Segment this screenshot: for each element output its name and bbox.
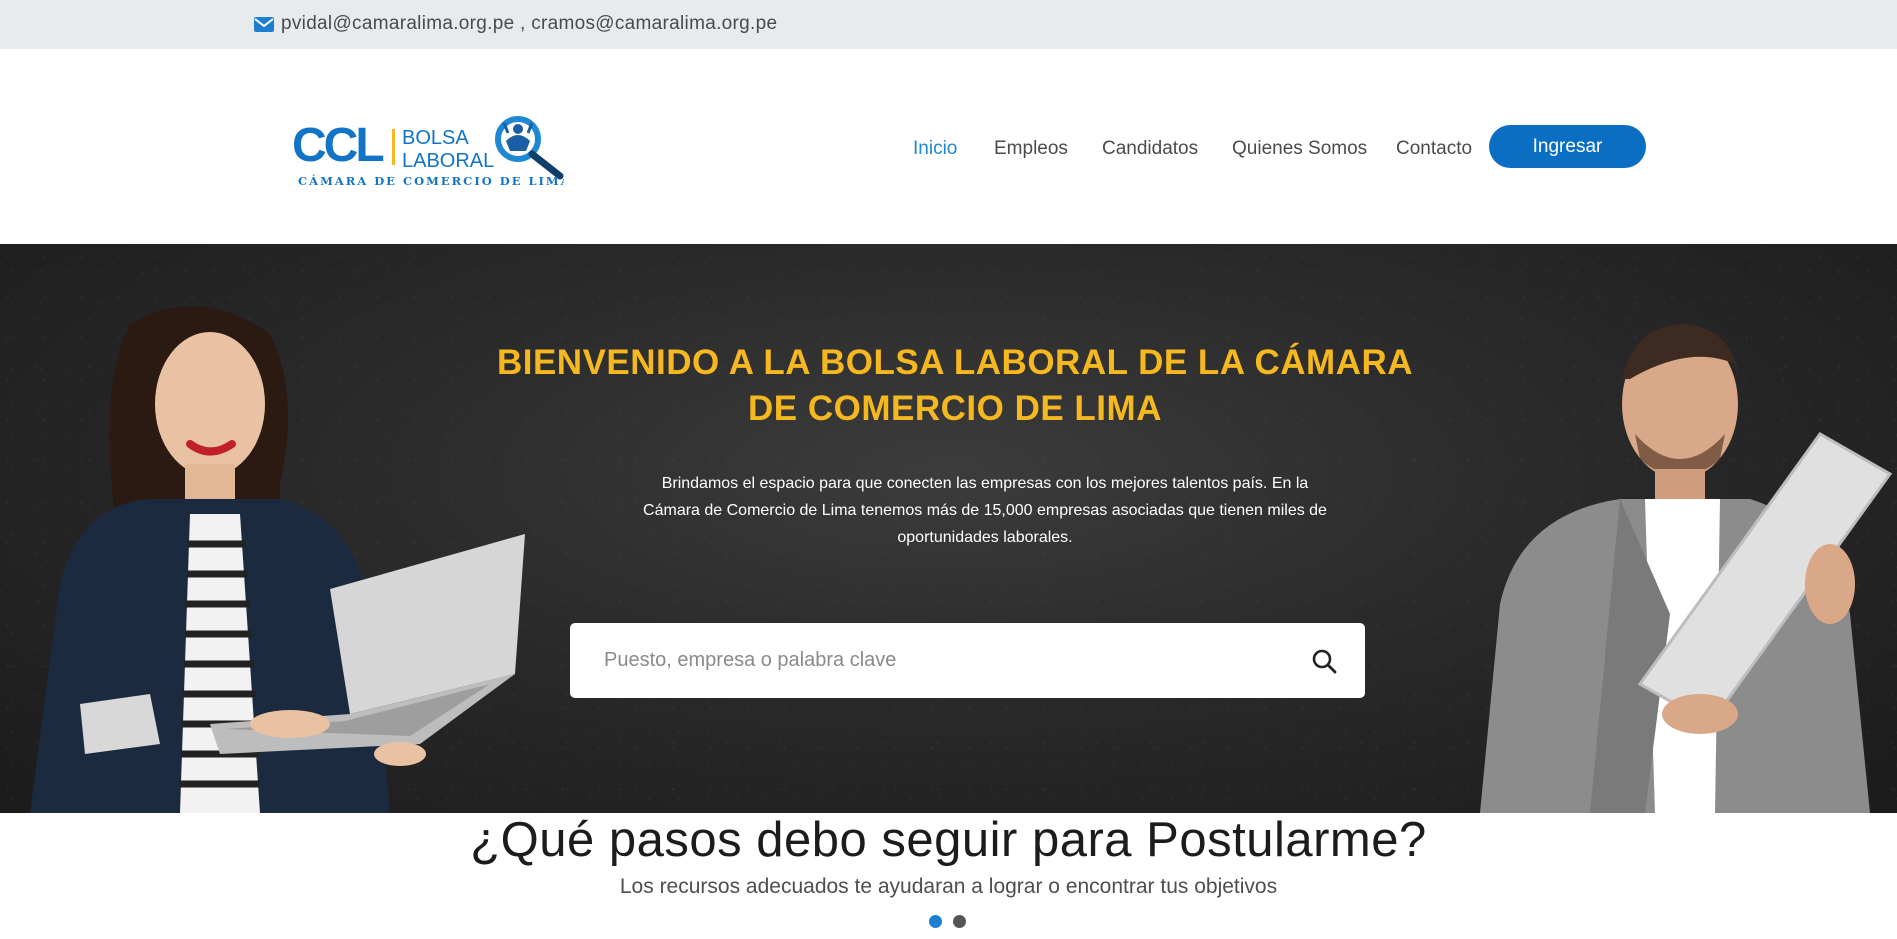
contact-email-text[interactable]: pvidal@camaralima.org.pe , cramos@camara… bbox=[281, 13, 777, 35]
carousel-dot-2[interactable] bbox=[953, 915, 966, 928]
hero-subtitle: Brindamos el espacio para que conecten l… bbox=[643, 475, 1327, 546]
site-header: CCL BOLSA LABORAL CÁMARA DE COMERCIO DE … bbox=[0, 49, 1897, 244]
contact-emails: pvidal@camaralima.org.pe , cramos@camara… bbox=[254, 13, 777, 35]
woman-with-laptop-image bbox=[30, 306, 525, 813]
steps-heading: ¿Qué pasos debo seguir para Postularme? bbox=[470, 813, 1427, 867]
steps-subheading: Los recursos adecuados te ayudaran a log… bbox=[619, 875, 1278, 898]
job-search-box bbox=[570, 623, 1365, 698]
top-contact-bar: pvidal@camaralima.org.pe , cramos@camara… bbox=[0, 0, 1897, 49]
nav-empleos[interactable]: Empleos bbox=[994, 124, 1068, 174]
envelope-icon bbox=[254, 16, 274, 32]
carousel-indicators bbox=[929, 915, 966, 928]
nav-quienes-somos[interactable]: Quienes Somos bbox=[1232, 124, 1367, 174]
logo-tagline: CÁMARA DE COMERCIO DE LIMA bbox=[298, 174, 564, 188]
man-with-tablet-image bbox=[1480, 324, 1893, 813]
carousel-dot-1[interactable] bbox=[929, 915, 942, 928]
search-icon[interactable] bbox=[1311, 648, 1337, 674]
job-search-input[interactable] bbox=[604, 623, 1284, 698]
login-button[interactable]: Ingresar bbox=[1489, 125, 1646, 168]
nav-contacto[interactable]: Contacto bbox=[1396, 124, 1472, 174]
hero-title: BIENVENIDO A LA BOLSA LABORAL DE LA CÁMA… bbox=[496, 343, 1414, 428]
hero-banner: BIENVENIDO A LA BOLSA LABORAL DE LA CÁMA… bbox=[0, 244, 1897, 813]
nav-inicio[interactable]: Inicio bbox=[913, 124, 957, 174]
nav-candidatos[interactable]: Candidatos bbox=[1102, 124, 1198, 174]
